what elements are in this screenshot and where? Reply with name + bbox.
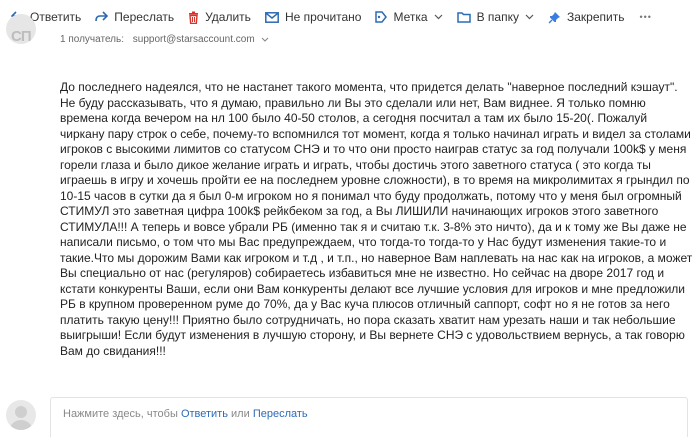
message-body: До последнего надеялся, что не настанет … [60,80,693,358]
pin-label: Закрепить [566,10,625,24]
more-icon: ••• [639,12,652,22]
quick-reply-box[interactable]: Нажмите здесь, чтобы Ответить или Пересл… [50,397,688,437]
reply-link[interactable]: Ответить [181,408,228,420]
recipients-line[interactable]: 1 получатель: support@starsaccount.com [60,34,269,45]
sender-avatar: СП [6,14,36,44]
label-label: Метка [393,10,428,24]
quick-reply-or: или [231,408,250,420]
forward-link[interactable]: Переслать [253,408,308,420]
delete-label: Удалить [205,10,251,24]
chevron-down-icon [434,14,443,20]
quick-reply-text: Нажмите здесь, чтобы Ответить или Пересл… [63,408,308,420]
trash-icon [189,11,199,24]
recipient-email[interactable]: support@starsaccount.com [133,34,255,45]
reply-label: Ответить [30,10,82,24]
quick-reply-prefix: Нажмите здесь, чтобы [63,408,178,420]
forward-button[interactable]: Переслать [88,3,181,31]
more-button[interactable]: ••• [631,3,659,31]
pin-icon [548,11,560,23]
user-avatar [6,400,36,430]
chevron-down-icon [262,37,269,42]
pin-button[interactable]: Закрепить [541,3,631,31]
message-meta: СП 1 получатель: support@starsaccount.co… [0,14,700,50]
label-dropdown[interactable]: Метка [368,3,449,31]
avatar-head-shape [15,406,27,418]
forward-label: Переслать [114,10,175,24]
unread-label: Не прочитано [284,10,362,24]
to-folder-label: В папку [476,10,519,24]
chevron-down-icon [525,14,534,20]
toolbar: Ответить Переслать Удалить Не прочитано … [0,0,700,34]
move-to-folder-dropdown[interactable]: В папку [450,3,541,31]
delete-button[interactable]: Удалить [181,3,258,31]
folder-icon [456,12,471,23]
envelope-icon [264,11,279,23]
avatar-shoulders-shape [9,420,33,430]
mark-unread-button[interactable]: Не прочитано [258,3,369,31]
avatar-initials: СП [11,28,32,44]
forward-icon [95,11,109,22]
tag-icon [375,11,388,23]
recipients-count: 1 получатель: [60,34,125,45]
